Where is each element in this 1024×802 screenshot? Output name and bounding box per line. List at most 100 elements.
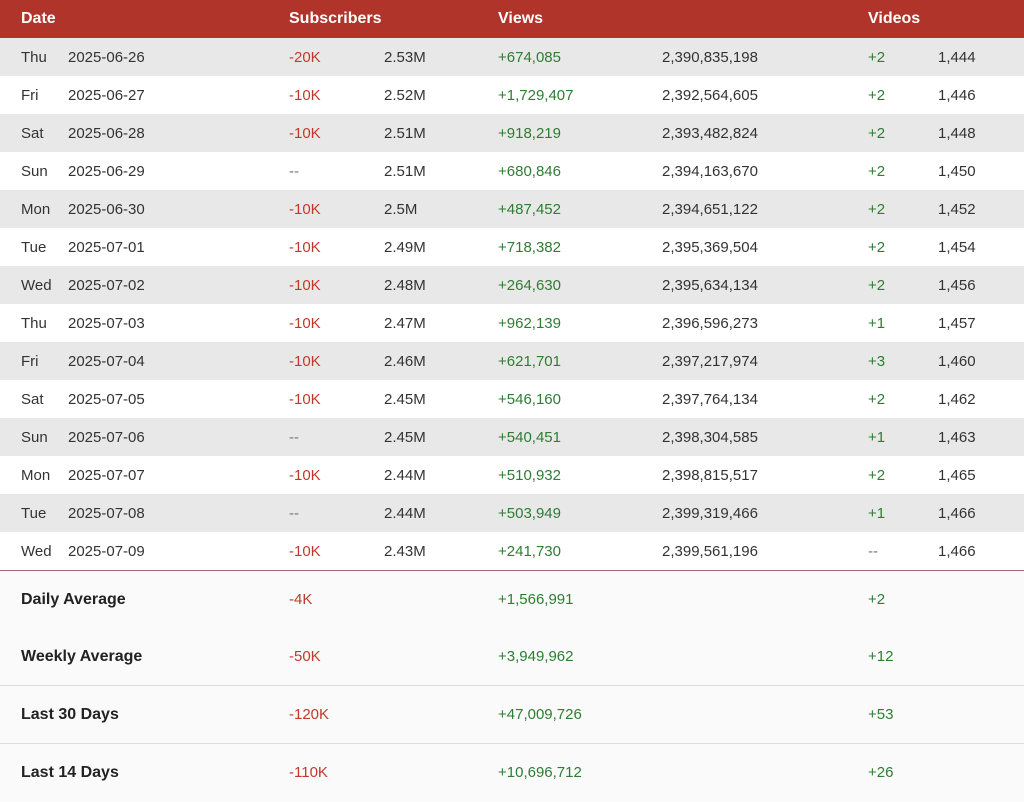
cell-date: 2025-07-04 (68, 353, 145, 370)
cell-date: 2025-06-28 (68, 125, 145, 142)
cell-day: Mon (21, 201, 51, 218)
cell-video-total: 1,462 (938, 391, 976, 408)
cell-video-total: 1,465 (938, 467, 976, 484)
cell-view-change: +487,452 (498, 201, 561, 218)
cell-video-total: 1,466 (938, 543, 976, 560)
cell-day: Sat (21, 125, 44, 142)
header-videos: Videos (868, 10, 921, 27)
summary-row: Daily Average -4K +1,566,991 +2 (0, 571, 1024, 628)
cell-view-change: +510,932 (498, 467, 561, 484)
cell-video-total: 1,446 (938, 87, 976, 104)
cell-subscriber-change: -10K (289, 467, 321, 484)
cell-view-total: 2,398,815,517 (662, 467, 758, 484)
table-row: Thu 2025-06-26 -20K 2.53M +674,085 2,390,835,… (0, 38, 1024, 76)
cell-video-change: +2 (868, 277, 886, 294)
cell-video-change: +2 (868, 125, 886, 142)
cell-day: Fri (21, 87, 39, 104)
cell-video-change: -- (868, 543, 878, 560)
table-row: Wed 2025-07-02 -10K 2.48M +264,630 2,395,634,… (0, 266, 1024, 304)
cell-subscriber-change: -10K (289, 391, 321, 408)
table-row: Fri 2025-07-04 -10K 2.46M +621,701 2,397,217,… (0, 342, 1024, 380)
cell-video-change: +2 (868, 467, 886, 484)
cell-video-total: 1,463 (938, 429, 976, 446)
cell-view-change: +718,382 (498, 239, 561, 256)
cell-subscriber-change: -10K (289, 543, 321, 560)
table-row: Mon 2025-07-07 -10K 2.44M +510,932 2,398,815,… (0, 456, 1024, 494)
cell-day: Wed (21, 543, 52, 560)
cell-view-total: 2,394,651,122 (662, 201, 758, 218)
cell-view-total: 2,397,217,974 (662, 353, 758, 370)
cell-subscriber-total: 2.5M (384, 201, 418, 218)
cell-video-total: 1,448 (938, 125, 976, 142)
summary-subscribers: -110K (289, 764, 328, 781)
summary-row: Last 30 Days -120K +47,009,726 +53 (0, 685, 1024, 743)
cell-view-change: +503,949 (498, 505, 561, 522)
table-body: Thu 2025-06-26 -20K 2.53M +674,085 2,390,835,… (0, 38, 1024, 570)
summary-section: Daily Average -4K +1,566,991 +2 Weekly Avera… (0, 571, 1024, 801)
summary-videos: +12 (868, 648, 894, 665)
cell-view-total: 2,399,561,196 (662, 543, 758, 560)
header-subscribers: Subscribers (289, 10, 382, 27)
cell-subscriber-total: 2.43M (384, 543, 426, 560)
cell-video-change: +1 (868, 429, 886, 446)
cell-subscriber-total: 2.45M (384, 391, 426, 408)
cell-video-change: +2 (868, 49, 886, 66)
cell-subscriber-total: 2.46M (384, 353, 426, 370)
summary-subscribers: -4K (289, 591, 313, 608)
cell-subscriber-total: 2.44M (384, 467, 426, 484)
cell-view-total: 2,393,482,824 (662, 125, 758, 142)
cell-view-total: 2,396,596,273 (662, 315, 758, 332)
cell-view-change: +264,630 (498, 277, 561, 294)
table-row: Tue 2025-07-08 -- 2.44M +503,949 2,399,319,46… (0, 494, 1024, 532)
cell-subscriber-total: 2.44M (384, 505, 426, 522)
cell-view-total: 2,390,835,198 (662, 49, 758, 66)
cell-video-change: +1 (868, 315, 886, 332)
cell-video-change: +2 (868, 87, 886, 104)
cell-day: Tue (21, 505, 47, 522)
cell-subscriber-change: -10K (289, 353, 321, 370)
cell-video-change: +2 (868, 201, 886, 218)
cell-subscriber-total: 2.48M (384, 277, 426, 294)
cell-view-total: 2,392,564,605 (662, 87, 758, 104)
cell-view-change: +680,846 (498, 163, 561, 180)
cell-video-change: +1 (868, 505, 886, 522)
cell-view-change: +621,701 (498, 353, 561, 370)
cell-subscriber-change: -20K (289, 49, 321, 66)
cell-subscriber-total: 2.52M (384, 87, 426, 104)
table-row: Wed 2025-07-09 -10K 2.43M +241,730 2,399,561,… (0, 532, 1024, 570)
stats-table: Date Subscribers Views Videos Thu 2025-06… (0, 0, 1024, 801)
cell-date: 2025-07-06 (68, 429, 145, 446)
cell-date: 2025-06-29 (68, 163, 145, 180)
cell-date: 2025-06-30 (68, 201, 145, 218)
table-row: Thu 2025-07-03 -10K 2.47M +962,139 2,396,596,… (0, 304, 1024, 342)
table-row: Sat 2025-07-05 -10K 2.45M +546,160 2,397,764,… (0, 380, 1024, 418)
cell-date: 2025-07-05 (68, 391, 145, 408)
cell-day: Tue (21, 239, 47, 256)
cell-video-total: 1,450 (938, 163, 976, 180)
cell-date: 2025-07-02 (68, 277, 145, 294)
summary-views: +3,949,962 (498, 648, 574, 665)
cell-day: Thu (21, 315, 47, 332)
cell-view-total: 2,399,319,466 (662, 505, 758, 522)
cell-view-change: +546,160 (498, 391, 561, 408)
cell-video-total: 1,444 (938, 49, 976, 66)
summary-subscribers: -50K (289, 648, 321, 665)
cell-date: 2025-07-03 (68, 315, 145, 332)
cell-subscriber-change: -10K (289, 315, 321, 332)
cell-day: Wed (21, 277, 52, 294)
table-row: Sun 2025-07-06 -- 2.45M +540,451 2,398,304,58… (0, 418, 1024, 456)
cell-view-total: 2,397,764,134 (662, 391, 758, 408)
summary-views: +10,696,712 (498, 764, 582, 781)
cell-subscriber-total: 2.47M (384, 315, 426, 332)
table-row: Mon 2025-06-30 -10K 2.5M +487,452 2,394,651,1… (0, 190, 1024, 228)
cell-subscriber-change: -10K (289, 201, 321, 218)
summary-label: Weekly Average (21, 648, 143, 665)
cell-date: 2025-07-01 (68, 239, 145, 256)
table-row: Tue 2025-07-01 -10K 2.49M +718,382 2,395,369,… (0, 228, 1024, 266)
table-row: Fri 2025-06-27 -10K 2.52M +1,729,407 2,392,56… (0, 76, 1024, 114)
cell-video-change: +2 (868, 239, 886, 256)
cell-view-change: +241,730 (498, 543, 561, 560)
cell-view-change: +540,451 (498, 429, 561, 446)
cell-video-total: 1,454 (938, 239, 976, 256)
table-row: Sun 2025-06-29 -- 2.51M +680,846 2,394,163,67… (0, 152, 1024, 190)
